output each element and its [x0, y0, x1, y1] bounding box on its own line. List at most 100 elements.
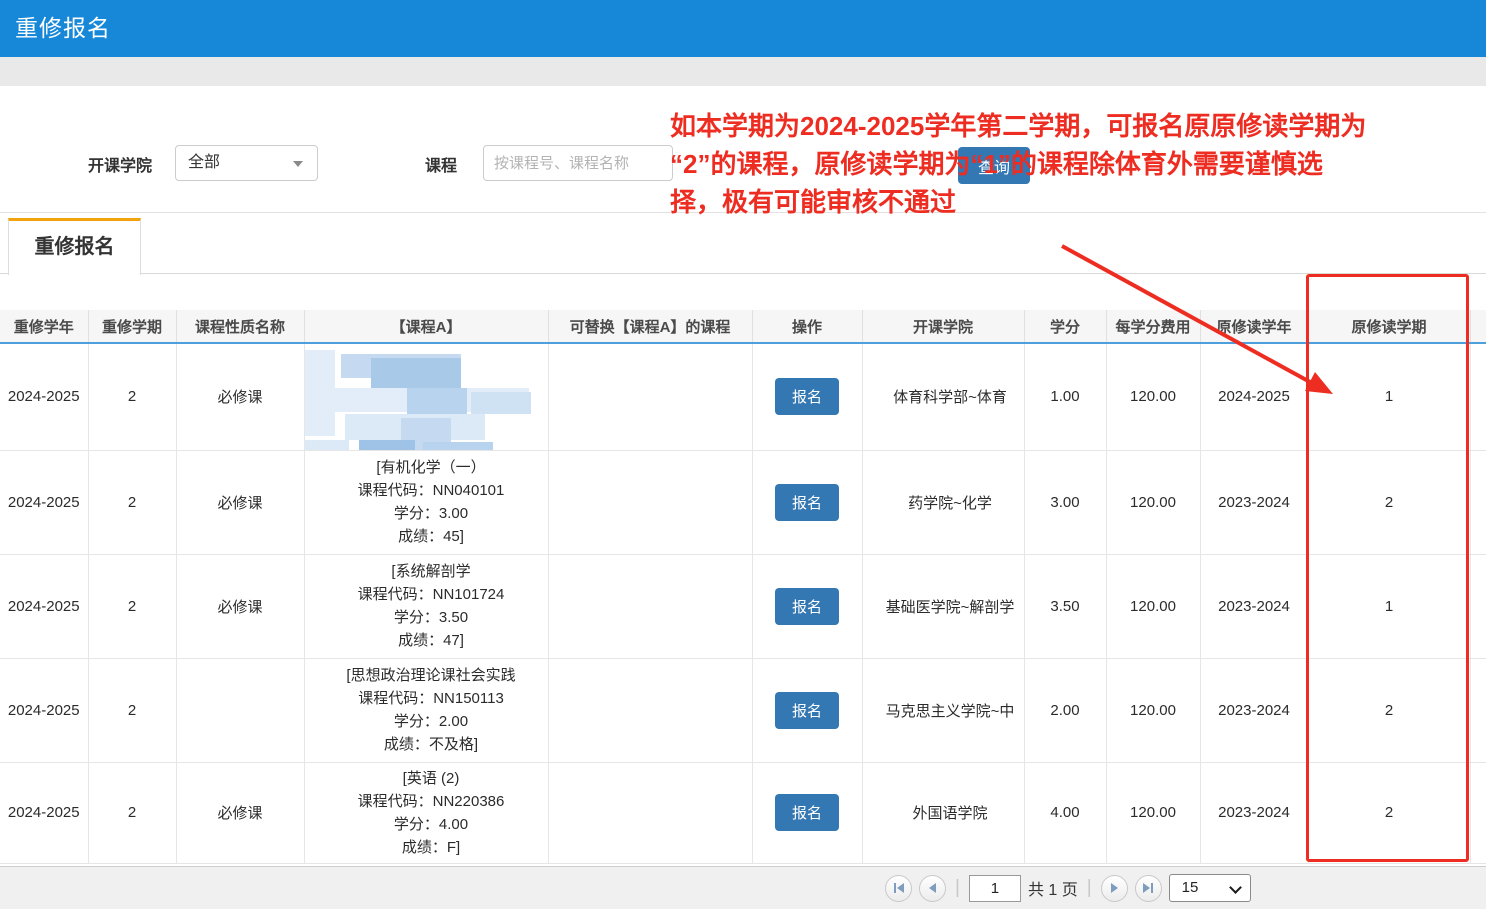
cell-credit: 3.00 [1024, 450, 1106, 554]
redaction-mosaic [371, 358, 461, 392]
course-credit-line: 学分：4.00 [315, 813, 548, 836]
cell-college: 基础医学院~解剖学 [862, 554, 1024, 658]
college-filter-value: 全部 [188, 154, 220, 171]
cell-action: 报名 [752, 343, 862, 450]
cell-orig-year: 2023-2024 [1200, 658, 1308, 762]
cell-orig-year: 2024-2025 [1200, 343, 1308, 450]
pagination-bar: | 共 1 页 | 15 [0, 866, 1486, 909]
tab-strip-divider [0, 273, 1486, 274]
annotation-line-2: “2”的课程，原修读学期为“1”的课程除体育外需要谨慎选 [670, 145, 1486, 183]
annotation-line-3: 择，极有可能审核不通过 [670, 183, 1486, 221]
course-code-line: 课程代码：NN040101 [315, 479, 548, 502]
redaction-mosaic [359, 440, 415, 450]
cell-orig-term: 2 [1308, 658, 1470, 762]
cell-restudy-year: 2024-2025 [0, 343, 88, 450]
enroll-button[interactable]: 报名 [775, 484, 839, 521]
total-pages-label: 共 1 页 [1028, 876, 1078, 900]
col-header-college: 开课学院 [862, 310, 1024, 343]
cell-course-a: [有机化学（一） 课程代码：NN040101 学分：3.00 成绩：45] [304, 450, 548, 554]
cell-restudy-term: 2 [88, 658, 176, 762]
cell-credit: 4.00 [1024, 762, 1106, 863]
header-substrip [0, 57, 1486, 86]
cell-fee: 120.00 [1106, 554, 1200, 658]
redaction-mosaic [471, 392, 531, 414]
annotation-text: 如本学期为2024-2025学年第二学期，可报名原原修读学期为 “2”的课程，原… [670, 107, 1486, 221]
col-header-course-nature: 课程性质名称 [176, 310, 304, 343]
cell-course-a: [系统解剖学 课程代码：NN101724 学分：3.50 成绩：47] [304, 554, 548, 658]
course-name-line: [系统解剖学 [315, 560, 548, 583]
cell-action: 报名 [752, 450, 862, 554]
cell-college: 外国语学院 [862, 762, 1024, 863]
tab-restudy-registration[interactable]: 重修报名 [8, 218, 141, 275]
cell-course-nature: 必修课 [176, 554, 304, 658]
cell-replaceable-course [548, 762, 752, 863]
col-header-credit: 学分 [1024, 310, 1106, 343]
course-score-line: 成绩：不及格] [315, 733, 548, 756]
course-code-line: 课程代码：NN220386 [315, 790, 548, 813]
cell-restudy-year: 2024-2025 [0, 450, 88, 554]
first-page-icon[interactable] [885, 875, 912, 902]
cell-fee: 120.00 [1106, 658, 1200, 762]
prev-page-icon[interactable] [919, 875, 946, 902]
cell-college: 体育科学部~体育 [862, 343, 1024, 450]
course-score-line: 成绩：45] [315, 525, 548, 548]
col-header-course-a: 【课程A】 [304, 310, 548, 343]
cell-orig-term: 1 [1308, 343, 1470, 450]
annotation-line-1: 如本学期为2024-2025学年第二学期，可报名原原修读学期为 [670, 107, 1486, 145]
col-header-fee: 每学分费用 [1106, 310, 1200, 343]
course-search-input[interactable] [483, 145, 673, 181]
cell-credit: 2.00 [1024, 658, 1106, 762]
page-size-select[interactable]: 15 [1169, 874, 1251, 902]
page-header-bar: 重修报名 [0, 0, 1486, 57]
chevron-down-icon [1229, 881, 1242, 894]
cell-action: 报名 [752, 658, 862, 762]
cell-replaceable-course [548, 343, 752, 450]
cell-course-a: [英语 (2) 课程代码：NN220386 学分：4.00 成绩：F] [304, 762, 548, 863]
course-score-line: 成绩：F] [315, 836, 548, 859]
cell-college: 药学院~化学 [862, 450, 1024, 554]
table-row: 2024-2025 2 [思想政治理论课社会实践 课程代码：NN150113 学… [0, 658, 1486, 762]
college-filter-dropdown[interactable]: 全部 [175, 145, 318, 181]
page-title: 重修报名 [15, 0, 111, 57]
cell-course-nature: 必修课 [176, 762, 304, 863]
course-code-line: 课程代码：NN101724 [315, 583, 548, 606]
cell-restudy-term: 2 [88, 762, 176, 863]
cell-college: 马克思主义学院~中 [862, 658, 1024, 762]
col-header-restudy-term: 重修学期 [88, 310, 176, 343]
page-number-input[interactable] [969, 875, 1021, 902]
pager-separator: | [953, 877, 962, 899]
college-filter-label: 开课学院 [88, 152, 152, 176]
cell-course-nature [176, 658, 304, 762]
cell-credit: 1.00 [1024, 343, 1106, 450]
page-size-value: 15 [1182, 879, 1199, 896]
chevron-down-icon [293, 161, 303, 167]
col-header-restudy-year: 重修学年 [0, 310, 88, 343]
col-header-orig-term: 原修读学期 [1308, 310, 1470, 343]
table-row: 2024-2025 2 必修课 [有机化学（一） 课程代码：NN040101 学… [0, 450, 1486, 554]
table-header-row: 重修学年 重修学期 课程性质名称 【课程A】 可替换【课程A】的课程 操作 开课… [0, 310, 1486, 343]
enroll-button[interactable]: 报名 [775, 378, 839, 415]
enroll-button[interactable]: 报名 [775, 588, 839, 625]
cell-restudy-term: 2 [88, 554, 176, 658]
restudy-table: 重修学年 重修学期 课程性质名称 【课程A】 可替换【课程A】的课程 操作 开课… [0, 310, 1486, 864]
cell-course-nature: 必修课 [176, 343, 304, 450]
cell-orig-term: 2 [1308, 450, 1470, 554]
course-filter-label: 课程 [425, 152, 457, 176]
enroll-button[interactable]: 报名 [775, 692, 839, 729]
course-name-line: [英语 (2) [315, 767, 548, 790]
next-page-icon[interactable] [1101, 875, 1128, 902]
cell-orig-term: 2 [1308, 762, 1470, 863]
cell-restudy-year: 2024-2025 [0, 762, 88, 863]
col-header-replaceable: 可替换【课程A】的课程 [548, 310, 752, 343]
cell-restudy-term: 2 [88, 343, 176, 450]
table-row: 2024-2025 2 必修课 [系统解剖学 课程代码：NN101724 学分：… [0, 554, 1486, 658]
cell-restudy-term: 2 [88, 450, 176, 554]
cell-orig-year: 2023-2024 [1200, 450, 1308, 554]
cell-replaceable-course [548, 554, 752, 658]
restudy-registration-page: 重修报名 开课学院 全部 课程 查询 重修报名 重修学年 重修学期 课程性质名称… [0, 0, 1486, 909]
cell-restudy-year: 2024-2025 [0, 554, 88, 658]
course-code-line: 课程代码：NN150113 [315, 687, 548, 710]
cell-action: 报名 [752, 762, 862, 863]
last-page-icon[interactable] [1135, 875, 1162, 902]
enroll-button[interactable]: 报名 [775, 794, 839, 831]
